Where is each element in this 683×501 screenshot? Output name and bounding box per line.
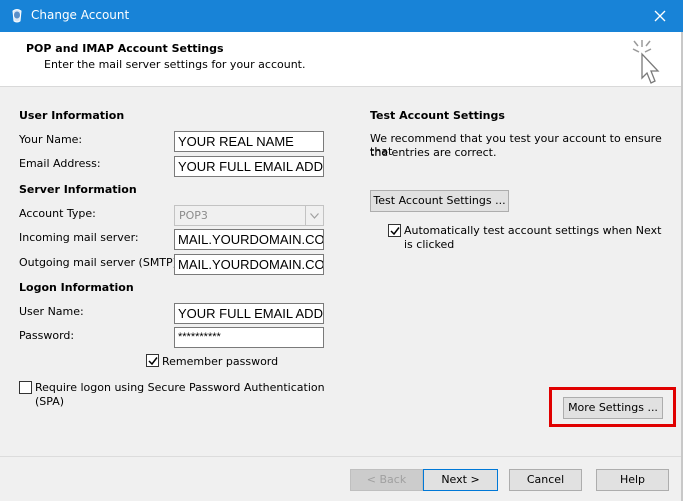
username-input[interactable]: YOUR FULL EMAIL ADDRESS	[174, 303, 324, 324]
account-type-label: Account Type:	[19, 207, 96, 220]
your-name-input[interactable]: YOUR REAL NAME	[174, 131, 324, 152]
incoming-server-label: Incoming mail server:	[19, 231, 139, 244]
outgoing-server-input[interactable]: MAIL.YOURDOMAIN.COM	[174, 254, 324, 275]
dialog-header: POP and IMAP Account Settings Enter the …	[0, 32, 683, 87]
back-button[interactable]: < Back	[350, 469, 423, 491]
password-input[interactable]: **********	[174, 327, 324, 348]
checkmark-icon	[148, 357, 158, 366]
title-bar: Change Account	[0, 0, 683, 32]
remember-password-checkbox[interactable]	[146, 354, 159, 367]
outgoing-server-label: Outgoing mail server (SMTP):	[19, 256, 181, 269]
cursor-click-icon	[628, 38, 668, 89]
header-title: POP and IMAP Account Settings	[26, 42, 224, 55]
close-icon	[654, 10, 666, 22]
outlook-icon	[9, 8, 25, 24]
logon-info-heading: Logon Information	[19, 281, 134, 294]
email-address-label: Email Address:	[19, 157, 101, 170]
cancel-button[interactable]: Cancel	[509, 469, 582, 491]
test-account-settings-button[interactable]: Test Account Settings ...	[370, 190, 509, 212]
auto-test-label-line1: Automatically test account settings when…	[404, 224, 662, 237]
chevron-down-icon	[305, 206, 323, 225]
username-label: User Name:	[19, 305, 84, 318]
spa-label-line1: Require logon using Secure Password Auth…	[35, 381, 325, 394]
remember-password-label: Remember password	[162, 355, 279, 368]
email-address-input[interactable]: YOUR FULL EMAIL ADDRESS	[174, 156, 324, 177]
server-info-heading: Server Information	[19, 183, 137, 196]
incoming-server-input[interactable]: MAIL.YOURDOMAIN.COM	[174, 229, 324, 250]
footer-divider	[0, 456, 683, 457]
auto-test-label-line2: is clicked	[404, 238, 455, 251]
your-name-label: Your Name:	[19, 133, 83, 146]
close-button[interactable]	[637, 0, 683, 32]
auto-test-checkbox[interactable]	[388, 224, 401, 237]
header-subtitle: Enter the mail server settings for your …	[44, 58, 306, 71]
user-info-heading: User Information	[19, 109, 125, 122]
next-button[interactable]: Next >	[423, 469, 498, 491]
account-type-value: POP3	[179, 209, 208, 222]
checkmark-icon	[390, 227, 400, 236]
account-type-select: POP3	[174, 205, 324, 226]
spa-checkbox[interactable]	[19, 381, 32, 394]
help-button[interactable]: Help	[596, 469, 669, 491]
password-label: Password:	[19, 329, 75, 342]
window-title: Change Account	[31, 8, 130, 22]
test-description-line2: the entries are correct.	[370, 146, 497, 159]
more-settings-button[interactable]: More Settings ...	[563, 397, 663, 419]
spa-label-line2: (SPA)	[35, 395, 65, 408]
test-settings-heading: Test Account Settings	[370, 109, 505, 122]
